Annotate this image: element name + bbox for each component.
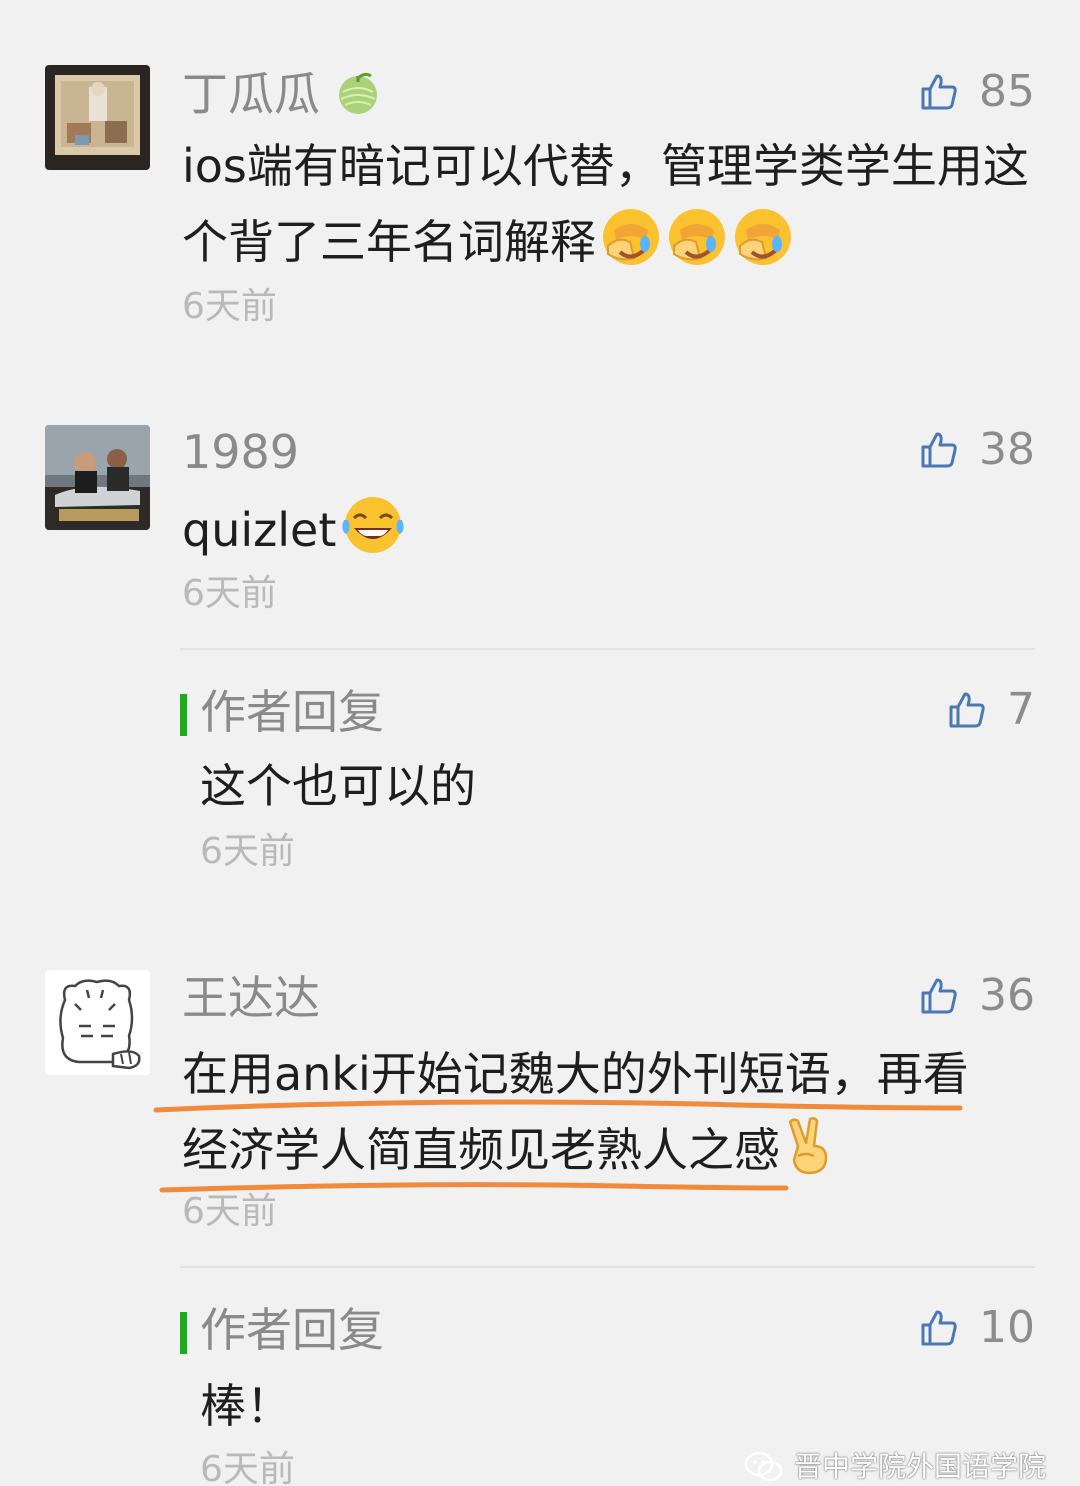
like-count: 85 [979, 66, 1035, 117]
thumbs-up-icon [921, 1310, 957, 1346]
author-reply-time: 6天前 [200, 831, 295, 872]
author-reply-text: 棒！ [200, 1379, 292, 1433]
avatar[interactable] [45, 65, 150, 170]
like-count: 7 [1007, 684, 1035, 735]
reply-like-button[interactable]: 7 [947, 684, 1035, 736]
author-reply-label: 作者回复 [200, 685, 384, 739]
comment-time: 6天前 [182, 573, 277, 614]
thumbs-up-icon [949, 692, 985, 728]
author-reply-time: 6天前 [200, 1449, 295, 1486]
victory-hand-emoji-icon [784, 1116, 834, 1198]
avatar[interactable] [45, 425, 150, 530]
reply-like-button[interactable]: 10 [919, 1302, 1035, 1354]
author-reply-text: 这个也可以的 [200, 759, 476, 813]
comment-time: 6天前 [182, 286, 277, 327]
avatar[interactable] [45, 970, 150, 1075]
like-count: 36 [979, 970, 1035, 1021]
author-reply-indicator [180, 694, 187, 736]
comment-author-name: 王达达 [182, 971, 320, 1025]
facepalm-emoji-icon [666, 206, 728, 290]
like-button[interactable]: 38 [919, 424, 1035, 476]
comment-author-name: 丁瓜瓜 [182, 66, 381, 122]
facepalm-emoji-icon [732, 206, 794, 290]
wechat-icon [744, 1451, 783, 1482]
comment-text: 在用anki开始记魏大的外刊短语，再看经济学人简直频见老熟人之感 [182, 1036, 1012, 1198]
author-reply-label: 作者回复 [200, 1303, 384, 1357]
comment-time: 6天前 [182, 1191, 277, 1232]
thumbs-up-icon [921, 978, 957, 1014]
comment-author-name: 1989 [182, 425, 300, 479]
like-button[interactable]: 85 [919, 66, 1035, 118]
like-count: 38 [979, 424, 1035, 475]
author-reply-indicator [180, 1312, 187, 1354]
thumbs-up-icon [921, 432, 957, 468]
comment-text: ios端有暗记可以代替，管理学类学生用这个背了三年名词解释 [182, 128, 1042, 290]
facepalm-emoji-icon [600, 206, 662, 290]
like-button[interactable]: 36 [919, 970, 1035, 1022]
reply-divider [180, 648, 1035, 650]
thumbs-up-icon [921, 74, 957, 110]
wechat-account-watermark: 晋中学院外国语学院 [744, 1450, 1046, 1484]
comment-text: quizlet [182, 492, 1042, 578]
like-count: 10 [979, 1302, 1035, 1353]
melon-emoji-icon [338, 72, 377, 114]
comments-page: 丁瓜瓜 85 ios端有暗记可以代替，管理学类学生用这个背了三年名词解释 6天前 [0, 0, 1080, 1486]
tears-of-joy-emoji-icon [340, 494, 406, 578]
reply-divider [180, 1266, 1035, 1268]
